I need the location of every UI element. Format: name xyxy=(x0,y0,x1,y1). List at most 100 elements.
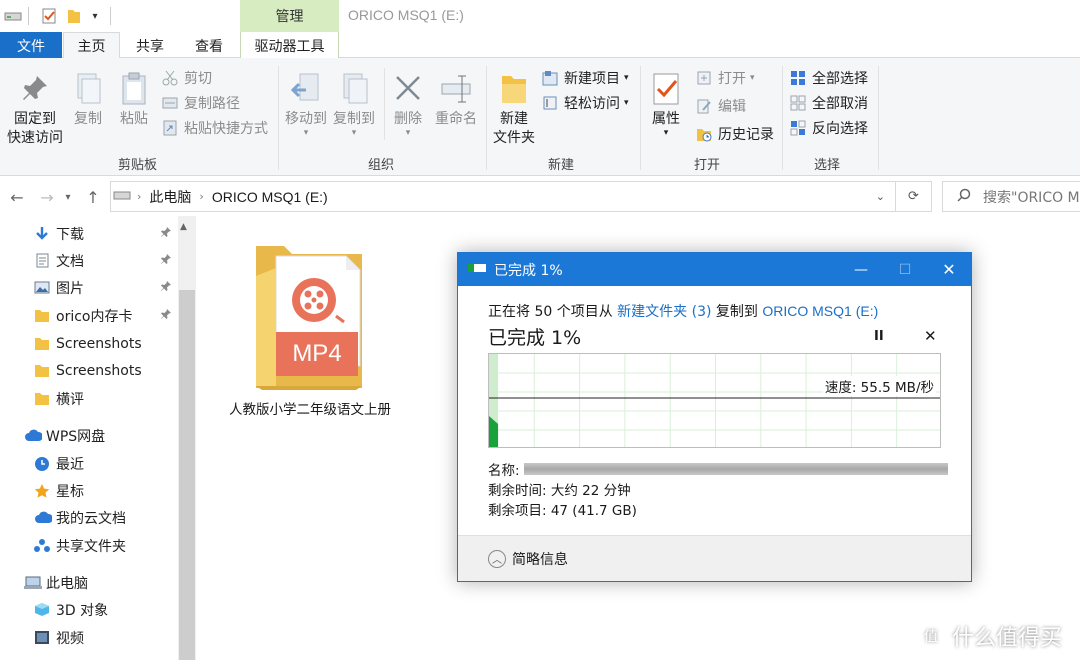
paste-button[interactable]: 粘贴 xyxy=(114,72,154,129)
breadcrumb-drive[interactable]: ORICO MSQ1 (E:) xyxy=(212,189,328,205)
properties-button[interactable]: 属性 ▾ xyxy=(646,72,686,138)
dialog-title: 已完成 1% xyxy=(494,262,563,279)
select-all-button[interactable]: 全部选择 xyxy=(790,67,868,89)
nav-item-label: 3D 对象 xyxy=(56,602,109,619)
tab-share[interactable]: 共享 xyxy=(122,32,178,59)
tab-home[interactable]: 主页 xyxy=(63,32,120,59)
nav-item[interactable]: 星标 xyxy=(0,477,178,504)
nav-item[interactable]: 最近 xyxy=(0,450,178,477)
destination-link[interactable]: ORICO MSQ1 (E:) xyxy=(762,303,878,319)
breadcrumb-this-pc[interactable]: 此电脑 xyxy=(149,187,191,207)
pin-to-quick-access-button[interactable]: 固定到 快速访问 xyxy=(4,72,66,148)
name-row: 名称: xyxy=(488,459,948,479)
clock-icon xyxy=(34,456,50,471)
back-arrow-icon[interactable]: ← xyxy=(6,186,28,208)
nav-item[interactable]: 共享文件夹 xyxy=(0,532,178,559)
select-all-icon xyxy=(790,70,806,86)
nav-item[interactable]: 文档 xyxy=(0,247,178,274)
collapse-chevron-icon[interactable]: ︿ xyxy=(488,549,506,568)
up-arrow-icon[interactable]: ↑ xyxy=(82,186,104,208)
watermark-text: 什么值得买 xyxy=(951,626,1062,651)
organize-group-label: 组织 xyxy=(368,158,395,173)
nav-item[interactable]: Screenshots xyxy=(0,357,178,384)
open-group-label: 打开 xyxy=(694,158,721,173)
watermark-logo-icon: 值 xyxy=(917,623,944,649)
pinned-icon xyxy=(160,253,172,268)
cut-button[interactable]: 剪切 xyxy=(162,67,212,89)
copy-description: 正在将 50 个项目从 新建文件夹 (3) 复制到 ORICO MSQ1 (E:… xyxy=(488,301,878,321)
properties-quick-icon[interactable] xyxy=(38,6,60,26)
invert-selection-button[interactable]: 反向选择 xyxy=(790,117,868,139)
copy-path-button[interactable]: 复制路径 xyxy=(162,92,240,114)
nav-item[interactable]: 3D 对象 xyxy=(0,596,178,623)
nav-item[interactable]: 我的云文档 xyxy=(0,504,178,531)
nav-item[interactable]: Screenshots xyxy=(0,330,178,357)
scroll-up-icon[interactable]: ▲ xyxy=(180,222,187,232)
easy-access-button[interactable]: 轻松访问 ▾ xyxy=(542,92,629,114)
source-folder-link[interactable]: 新建文件夹 (3) xyxy=(617,304,711,320)
open-button[interactable]: 打开 ▾ xyxy=(696,67,755,89)
rename-button[interactable]: 重命名 xyxy=(432,72,480,129)
new-item-button[interactable]: 新建项目 ▾ xyxy=(542,67,629,89)
move-to-button[interactable]: 移动到 ▾ xyxy=(282,72,330,138)
folder-icon xyxy=(34,391,50,406)
new-folder-button[interactable]: 新建 文件夹 xyxy=(490,72,538,148)
edit-button[interactable]: 编辑 xyxy=(696,95,746,117)
fewer-details-toggle[interactable]: 简略信息 xyxy=(512,549,568,569)
copy-to-button[interactable]: 复制到 ▾ xyxy=(330,72,378,138)
folder-name-label: 人教版小学二年级语文上册 xyxy=(229,402,391,418)
new-folder-label-2: 文件夹 xyxy=(493,130,535,146)
nav-item[interactable]: 视频 xyxy=(0,624,178,651)
copy-to-label: 复制到 xyxy=(333,111,375,127)
customize-quick-access-icon[interactable]: ▾ xyxy=(86,6,104,26)
maximize-icon[interactable]: ☐ xyxy=(883,253,927,286)
paste-shortcut-button[interactable]: 粘贴快捷方式 xyxy=(162,117,268,139)
nav-item[interactable]: 下载 xyxy=(0,220,178,247)
pause-icon[interactable]: II xyxy=(874,329,884,344)
nav-scrollbar-thumb[interactable] xyxy=(179,290,195,660)
select-group-label: 选择 xyxy=(814,158,841,173)
invert-selection-icon xyxy=(790,120,806,136)
forward-arrow-icon[interactable]: → xyxy=(36,186,58,208)
search-input[interactable]: 搜索"ORICO MSQ1 (E:)" xyxy=(942,181,1080,212)
manage-context-tab[interactable]: 管理 xyxy=(240,0,339,32)
new-folder-quick-icon[interactable] xyxy=(64,6,84,26)
close-icon[interactable]: ✕ xyxy=(927,253,971,286)
nav-item[interactable]: 图片 xyxy=(0,274,178,301)
items-remaining: 剩余项目: 47 (41.7 GB) xyxy=(488,503,637,519)
drive-icon xyxy=(2,6,24,26)
open-icon xyxy=(696,70,712,86)
refresh-icon[interactable]: ⟳ xyxy=(896,181,932,212)
tab-view[interactable]: 查看 xyxy=(180,32,238,59)
delete-button[interactable]: 删除 ▾ xyxy=(388,72,428,138)
nav-item[interactable]: 此电脑 xyxy=(0,569,178,596)
nav-item[interactable]: 横评 xyxy=(0,385,178,412)
share-icon xyxy=(34,538,50,553)
recent-locations-chevron-icon[interactable]: ▾ xyxy=(60,186,76,208)
history-button[interactable]: 历史记录 xyxy=(696,123,774,145)
tab-file[interactable]: 文件 xyxy=(0,32,62,59)
pin-label-1: 固定到 xyxy=(14,111,56,127)
select-none-button[interactable]: 全部取消 xyxy=(790,92,868,114)
document-icon xyxy=(34,253,50,268)
address-bar[interactable]: › 此电脑 › ORICO MSQ1 (E:) ⌄ xyxy=(110,181,896,212)
nav-item[interactable]: orico内存卡 xyxy=(0,302,178,329)
pin-icon xyxy=(19,72,51,106)
nav-item[interactable]: WPS网盘 xyxy=(0,422,178,449)
cancel-copy-icon[interactable]: ✕ xyxy=(924,327,937,345)
folder-item[interactable]: MP4 人教版小学二年级语文上册 xyxy=(222,236,398,418)
move-to-icon xyxy=(290,72,322,106)
invert-selection-label: 反向选择 xyxy=(812,121,868,137)
nav-item-label: 图片 xyxy=(56,280,84,297)
paste-shortcut-label: 粘贴快捷方式 xyxy=(184,121,268,137)
pin-label-2: 快速访问 xyxy=(7,130,63,146)
delete-x-icon xyxy=(392,72,424,106)
speed-graph-svg xyxy=(489,354,940,447)
address-dropdown-chevron-icon[interactable]: ⌄ xyxy=(876,190,885,203)
tab-drive-tools[interactable]: 驱动器工具 xyxy=(240,32,339,59)
copy-label: 复制 xyxy=(74,111,102,127)
nav-item-label: 横评 xyxy=(56,391,84,408)
drive-breadcrumb-icon xyxy=(113,189,131,205)
copy-button[interactable]: 复制 xyxy=(68,72,108,129)
minimize-icon[interactable]: — xyxy=(839,253,883,286)
